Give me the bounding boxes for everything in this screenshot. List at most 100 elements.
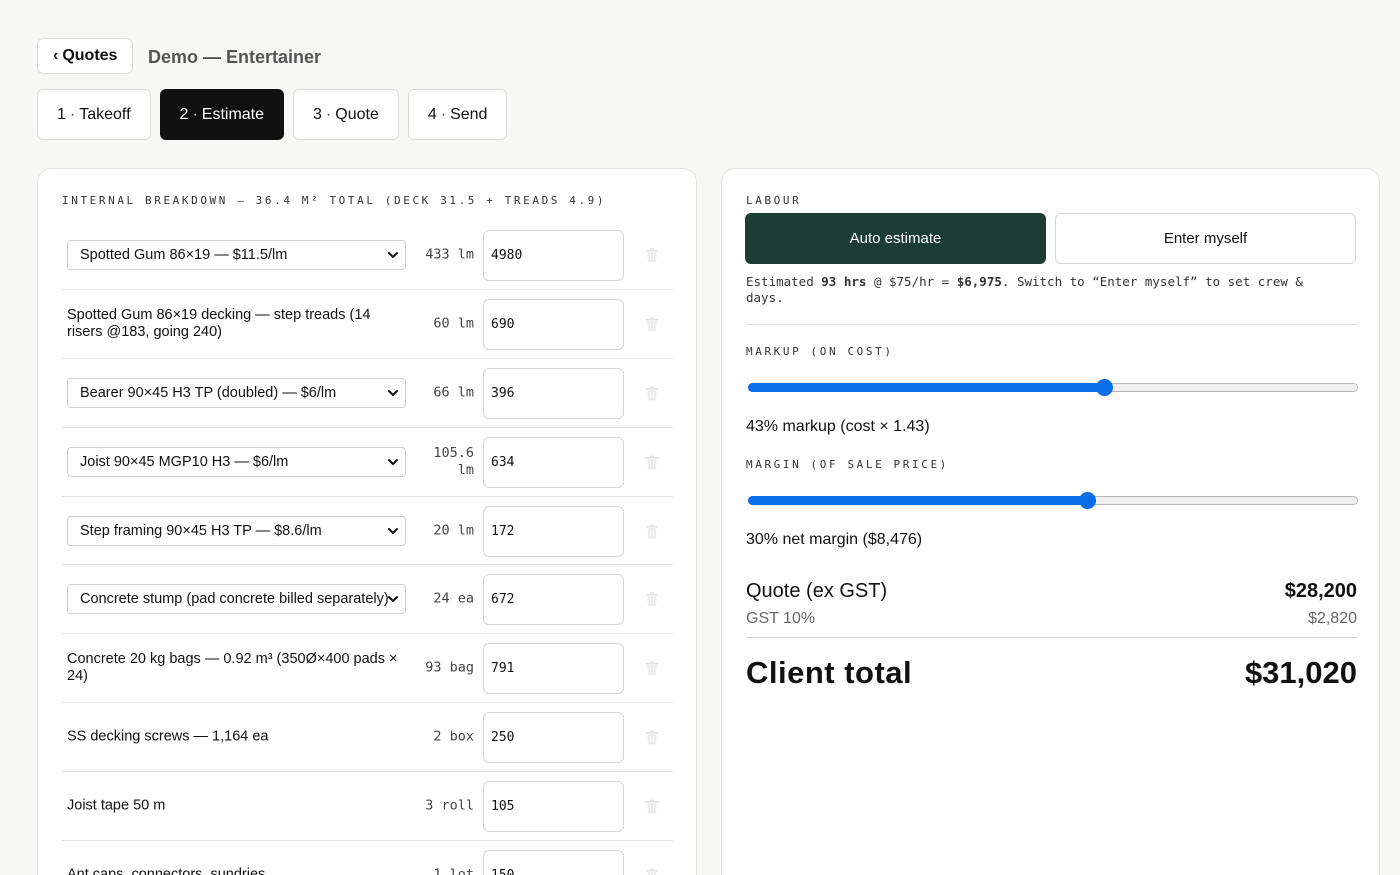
- quote-value: $28,200: [1284, 580, 1357, 602]
- line-item-quantity: 66 lm: [433, 384, 474, 401]
- trash-icon[interactable]: [645, 248, 659, 263]
- breakdown-row: Spotted Gum 86×19 — $11.5/lm 433 lm 4980: [62, 221, 673, 290]
- line-item-quantity: 93 bag: [425, 659, 474, 676]
- breakdown-row: Bearer 90×45 H3 TP (doubled) — $6/lm 66 l…: [62, 359, 673, 428]
- divider: [746, 324, 1357, 325]
- line-item-cost-input[interactable]: 634: [483, 436, 624, 488]
- chevron-left-icon: ‹: [53, 47, 59, 64]
- trash-icon[interactable]: [645, 455, 659, 470]
- trash-icon[interactable]: [645, 523, 659, 539]
- line-item-cost-input[interactable]: 672: [483, 574, 624, 626]
- line-item-description: Ant caps, connectors, sundries: [67, 866, 266, 875]
- breakdown-row: Concrete 20 kg bags — 0.92 m³ (350Ø×400 …: [62, 634, 673, 704]
- trash-icon[interactable]: [645, 868, 659, 875]
- chevron-down-icon: [388, 596, 398, 603]
- labour-hours: 93 hrs: [821, 274, 867, 289]
- breakdown-row: Joist 90×45 MGP10 H3 — $6/lm 105.6 lm 634: [62, 428, 673, 497]
- line-item-quantity: 24 ea: [433, 590, 474, 607]
- line-item-quantity: 433 lm: [425, 246, 474, 263]
- quote-label: Quote (ex GST): [746, 580, 888, 602]
- tab-quote[interactable]: 3 · Quote: [293, 89, 399, 140]
- breakdown-heading: Internal breakdown — 36.4 m² total (deck…: [62, 194, 607, 207]
- line-item-quantity: 105.6 lm: [433, 444, 474, 478]
- breakdown-row: Step framing 90×45 H3 TP — $8.6/lm 20 lm 1…: [62, 497, 673, 566]
- labour-cost: $6,975: [956, 274, 1002, 289]
- material-select[interactable]: Step framing 90×45 H3 TP — $8.6/lm: [67, 515, 406, 546]
- step-label: Estimate: [201, 105, 265, 123]
- material-select-value: Concrete stump (pad concrete billed sepa…: [80, 591, 389, 608]
- pricing-panel: Labour Auto estimate Enter myself Estima…: [721, 168, 1380, 875]
- markup-value: 43% markup (cost × 1.43): [746, 418, 930, 435]
- line-item-description: SS decking screws — 1,164 ea: [67, 728, 269, 745]
- material-select-value: Joist 90×45 MGP10 H3 — $6/lm: [80, 453, 289, 470]
- line-item-quantity: 60 lm: [433, 315, 474, 332]
- line-item-cost-input[interactable]: 396: [483, 367, 624, 419]
- material-select[interactable]: Bearer 90×45 H3 TP (doubled) — $6/lm: [67, 377, 406, 408]
- line-item-description: Concrete 20 kg bags — 0.92 m³ (350Ø×400 …: [67, 651, 398, 685]
- page-title: Demo — Entertainer: [148, 47, 322, 67]
- margin-slider[interactable]: [748, 492, 1358, 509]
- line-item-cost-input[interactable]: 4980: [483, 230, 624, 281]
- breakdown-row: SS decking screws — 1,164 ea 2 box 250: [62, 703, 673, 773]
- trash-icon[interactable]: [645, 592, 659, 607]
- material-select[interactable]: Concrete stump (pad concrete billed sepa…: [67, 584, 406, 615]
- back-to-quotes-button[interactable]: ‹ Quotes: [37, 38, 134, 74]
- markup-slider[interactable]: [748, 379, 1358, 396]
- trash-icon[interactable]: [645, 799, 659, 814]
- breakdown-row: Ant caps, connectors, sundries 1 lot 150: [62, 841, 673, 875]
- line-item-cost-input[interactable]: 150: [483, 850, 624, 875]
- auto-estimate-button[interactable]: Auto estimate: [745, 213, 1046, 264]
- breakdown-panel: Internal breakdown — 36.4 m² total (deck…: [37, 168, 697, 875]
- margin-heading: Margin (of sale price): [746, 458, 949, 471]
- breakdown-row: Spotted Gum 86×19 decking — step treads …: [62, 290, 673, 359]
- chevron-down-icon: [388, 252, 398, 258]
- line-item-quantity: 2 box: [433, 728, 474, 745]
- labour-estimate-note: Estimated 93 hrs @ $75/hr = $6,975. Swit…: [746, 274, 1303, 305]
- line-item-quantity: 1 lot: [433, 866, 474, 875]
- material-select[interactable]: Joist 90×45 MGP10 H3 — $6/lm: [67, 446, 406, 477]
- gst-label: GST 10%: [746, 610, 816, 627]
- chevron-down-icon: [388, 527, 398, 534]
- tab-takeoff[interactable]: 1 · Takeoff: [37, 89, 151, 140]
- line-item-cost-input[interactable]: 690: [483, 298, 624, 350]
- line-item-quantity: 3 roll: [425, 797, 474, 814]
- material-select[interactable]: Spotted Gum 86×19 — $11.5/lm: [67, 240, 406, 270]
- client-total-value: $31,020: [1244, 655, 1357, 690]
- step-tabs: 1 · Takeoff 2 · Estimate 3 · Quote 4 · Send: [37, 89, 508, 140]
- tab-send[interactable]: 4 · Send: [407, 89, 508, 140]
- breakdown-row: Concrete stump (pad concrete billed sepa…: [62, 565, 673, 635]
- client-total-label: Client total: [746, 655, 913, 690]
- step-number: 4: [427, 105, 437, 123]
- trash-icon[interactable]: [645, 730, 659, 745]
- margin-value: 30% net margin ($8,476): [746, 531, 923, 548]
- material-select-value: Bearer 90×45 H3 TP (doubled) — $6/lm: [80, 384, 337, 401]
- trash-icon[interactable]: [645, 386, 659, 401]
- gst-row: GST 10% $2,820: [746, 610, 1357, 628]
- step-number: 3: [313, 105, 322, 123]
- step-number: 1: [57, 105, 66, 123]
- enter-myself-button[interactable]: Enter myself: [1055, 213, 1356, 264]
- step-number: 2: [179, 105, 189, 123]
- line-item-quantity: 20 lm: [433, 522, 474, 538]
- gst-value: $2,820: [1308, 610, 1357, 627]
- trash-icon[interactable]: [645, 661, 659, 676]
- slider-thumb[interactable]: [1078, 492, 1096, 509]
- step-label: Quote: [335, 105, 379, 123]
- material-select-value: Step framing 90×45 H3 TP — $8.6/lm: [80, 522, 322, 539]
- tab-estimate[interactable]: 2 · Estimate: [159, 89, 285, 140]
- chevron-down-icon: [388, 389, 398, 396]
- markup-heading: Markup (on cost): [746, 345, 894, 358]
- breakdown-list: Spotted Gum 86×19 — $11.5/lm 433 lm 4980 Sp…: [62, 221, 673, 875]
- line-item-cost-input[interactable]: 105: [483, 781, 624, 833]
- labour-heading: Labour: [746, 194, 802, 207]
- slider-thumb[interactable]: [1096, 379, 1114, 396]
- step-label: Send: [450, 105, 488, 123]
- line-item-description: Spotted Gum 86×19 decking — step treads …: [67, 306, 371, 340]
- line-item-cost-input[interactable]: 791: [483, 643, 624, 695]
- divider: [746, 637, 1357, 638]
- line-item-cost-input[interactable]: 172: [483, 505, 624, 557]
- line-item-cost-input[interactable]: 250: [483, 712, 624, 764]
- trash-icon[interactable]: [645, 317, 659, 332]
- step-label: Takeoff: [79, 105, 131, 123]
- quote-row: Quote (ex GST) $28,200: [746, 580, 1357, 603]
